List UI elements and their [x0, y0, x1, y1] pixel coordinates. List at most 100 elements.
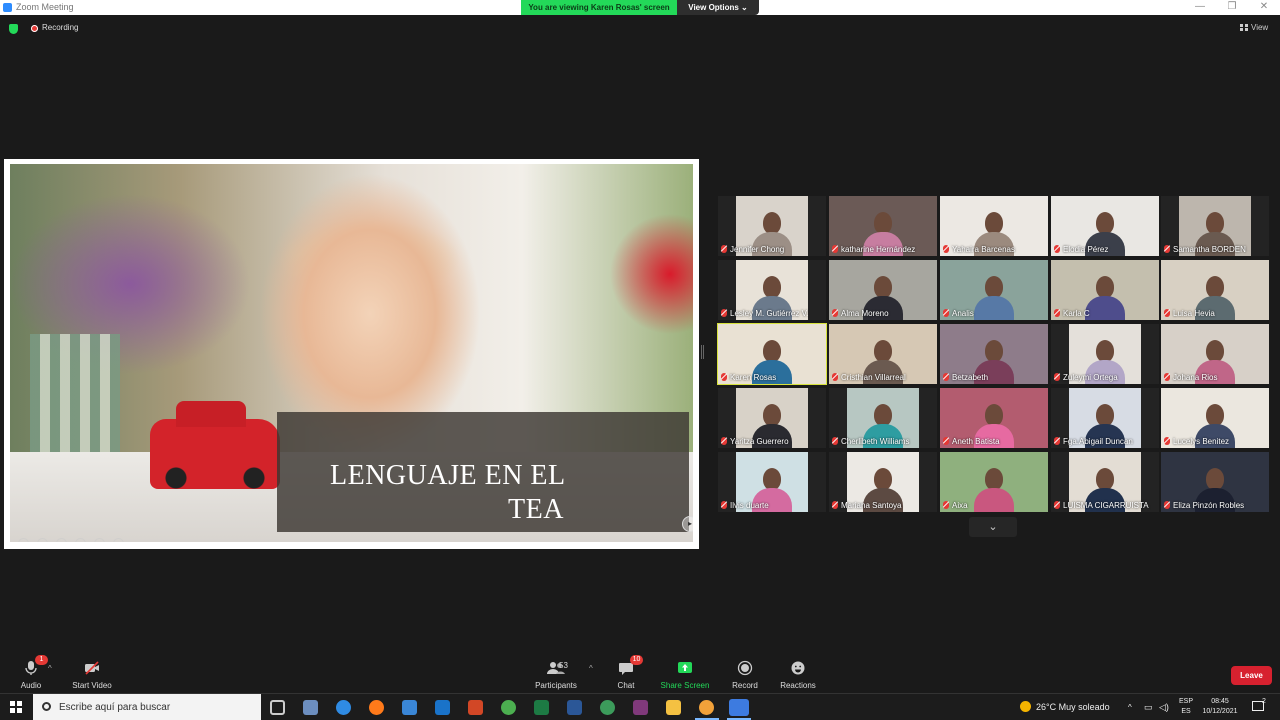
audio-button[interactable]: 1 Audio [1, 655, 61, 690]
reactions-button[interactable]: Reactions [768, 660, 828, 690]
view-options-button[interactable]: View Options ⌄ [677, 0, 759, 15]
participant-name-tag: Yaritza Guerrero [721, 437, 789, 446]
file-explorer-icon[interactable] [666, 700, 681, 715]
taskbar-search-box[interactable]: Escribe aquí para buscar [33, 694, 261, 720]
participant-name: Cherlibeth Williams [841, 437, 910, 446]
participant-tile[interactable]: Cherlibeth Williams [829, 388, 937, 448]
firefox-icon[interactable] [369, 700, 384, 715]
participant-name: Fga.Abigail Duncan [1063, 437, 1133, 446]
participant-name-tag: LUISMA CIGARRUISTA [1054, 501, 1149, 510]
pen-icon[interactable] [56, 538, 67, 542]
muted-mic-icon [832, 437, 838, 445]
muted-mic-icon [721, 309, 727, 317]
window-title: Zoom Meeting [16, 2, 74, 12]
word-icon[interactable] [567, 700, 582, 715]
participant-name-tag: Betzabeth [943, 373, 988, 382]
participant-avatar [874, 340, 892, 362]
muted-mic-icon [1164, 373, 1170, 381]
participant-tile[interactable]: Aixa [940, 452, 1048, 512]
participant-tile[interactable]: Lesley M. Gutiérrez V. [718, 260, 826, 320]
start-video-button[interactable]: Start Video [62, 660, 122, 690]
slides-icon[interactable] [75, 538, 86, 542]
view-button[interactable]: View [1240, 23, 1268, 32]
participant-avatar [763, 212, 781, 234]
participants-button[interactable]: 53 Participants [526, 660, 586, 690]
participant-avatar [1096, 340, 1114, 362]
share-screen-button[interactable]: Share Screen [655, 660, 715, 690]
participant-tile[interactable]: Aneth Batista [940, 388, 1048, 448]
chrome-profile-icon[interactable] [600, 700, 615, 715]
participant-tile[interactable]: Analis [940, 260, 1048, 320]
app-icon-1[interactable] [303, 700, 318, 715]
muted-mic-icon [943, 373, 949, 381]
close-button[interactable]: ✕ [1248, 0, 1280, 15]
participant-tile[interactable]: Karla C [1051, 260, 1159, 320]
shared-screen[interactable]: LENGUAJE EN EL TEA ▸ [4, 159, 699, 549]
participant-tile[interactable]: Zuleymi Ortega [1051, 324, 1159, 384]
participant-name: Elodia Pérez [1063, 245, 1109, 254]
notifications-icon[interactable]: 2 [1252, 694, 1266, 720]
participant-name-tag: Karla C [1054, 309, 1090, 318]
next-slide-icon[interactable] [37, 538, 48, 542]
excel-icon[interactable] [534, 700, 549, 715]
prev-slide-icon[interactable] [18, 538, 29, 542]
participant-avatar [874, 468, 892, 490]
participant-tile[interactable]: Yaritza Guerrero [718, 388, 826, 448]
store-icon[interactable] [402, 700, 417, 715]
participant-tile[interactable]: LUISMA CIGARRUISTA [1051, 452, 1159, 512]
participant-tile[interactable]: Elodia Pérez [1051, 196, 1159, 256]
participants-options-caret[interactable]: ^ [589, 664, 593, 673]
participant-tile[interactable]: Lucelys Benitez [1161, 388, 1269, 448]
task-view-icon[interactable] [270, 700, 285, 715]
volume-icon[interactable]: ◁) [1159, 694, 1169, 720]
participant-tile[interactable]: Yahaira Barcenas [940, 196, 1048, 256]
app-icon-2[interactable] [699, 700, 714, 715]
participant-tile[interactable]: Mariana Santoya [829, 452, 937, 512]
edge-icon[interactable] [336, 700, 351, 715]
weather-widget[interactable]: 26°C Muy soleado [1020, 694, 1110, 720]
muted-mic-icon [721, 501, 727, 509]
participant-tile[interactable]: Cristhian Villarreal [829, 324, 937, 384]
powerpoint-icon[interactable] [468, 700, 483, 715]
taskbar-clock[interactable]: 08:45 10/12/2021 [1198, 697, 1242, 717]
mail-icon[interactable] [435, 700, 450, 715]
more-icon[interactable] [113, 538, 124, 542]
chat-button[interactable]: 10 Chat [596, 655, 656, 690]
minimize-button[interactable]: — [1184, 0, 1216, 15]
onenote-icon[interactable] [633, 700, 648, 715]
participant-tile[interactable]: Betzabeth [940, 324, 1048, 384]
record-button[interactable]: Record [715, 660, 775, 690]
network-icon[interactable]: ▭ [1144, 694, 1153, 720]
participant-tile[interactable]: Luisa Hevia [1161, 260, 1269, 320]
participant-tile[interactable]: Eliza Pinzón Robles [1161, 452, 1269, 512]
participant-tile[interactable]: Samantha BORDEN [1161, 196, 1269, 256]
zoom-icon[interactable] [94, 538, 105, 542]
participant-tile[interactable]: Johana Rios [1161, 324, 1269, 384]
zoom-taskbar-icon[interactable] [729, 699, 749, 716]
participant-name: Zuleymi Ortega [1063, 373, 1118, 382]
participant-tile[interactable]: Ilvis duarte [718, 452, 826, 512]
participant-tile[interactable]: Alma Moreno [829, 260, 937, 320]
microphone-icon: 1 [23, 655, 48, 676]
windows-start-icon[interactable] [10, 701, 22, 713]
participant-name-tag: Zuleymi Ortega [1054, 373, 1118, 382]
maximize-button[interactable]: ❐ [1216, 0, 1248, 15]
participant-tile[interactable]: Fga.Abigail Duncan [1051, 388, 1159, 448]
input-language[interactable]: ESP ES [1177, 697, 1195, 717]
encryption-shield-icon[interactable] [9, 24, 18, 34]
tray-chevron-icon[interactable]: ^ [1128, 694, 1132, 720]
participant-name-tag: Eliza Pinzón Robles [1164, 501, 1244, 510]
slide-nav-icon[interactable]: ▸ [682, 516, 693, 532]
participant-tile[interactable]: katharine Hernández [829, 196, 937, 256]
participant-tile[interactable]: Jennifer Chong [718, 196, 826, 256]
chat-label: Chat [617, 681, 635, 690]
panel-splitter-handle[interactable] [701, 345, 704, 359]
participant-name-tag: Aneth Batista [943, 437, 1000, 446]
chrome-icon[interactable] [501, 700, 516, 715]
gallery-scroll-down-button[interactable]: ⌄ [969, 517, 1017, 537]
audio-options-caret[interactable]: ^ [48, 664, 52, 673]
participant-tile[interactable]: Karen Rosas [717, 323, 827, 385]
weather-text: 26°C Muy soleado [1036, 702, 1110, 712]
leave-button[interactable]: Leave [1231, 666, 1272, 685]
muted-mic-icon [721, 373, 727, 381]
